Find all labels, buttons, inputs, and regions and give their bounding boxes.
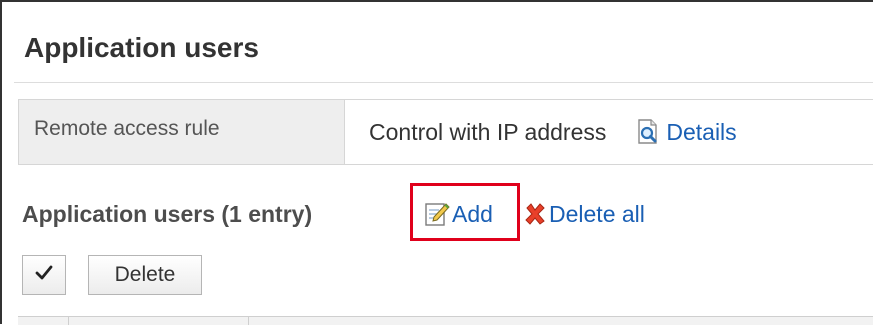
remote-access-label: Remote access rule [19,100,345,164]
magnifier-document-icon [636,119,660,145]
delete-all-link[interactable]: Delete all [523,199,645,229]
delete-button[interactable]: Delete [88,255,202,295]
add-label: Add [452,201,493,227]
remote-access-value: Control with IP address [369,118,607,145]
list-heading: Application users (1 entry) [22,201,313,227]
add-link[interactable]: Add [424,199,493,229]
remote-access-value-cell: Control with IP address Details [345,100,873,164]
delete-all-label: Delete all [549,201,645,227]
remote-access-table: Remote access rule Control with IP addre… [18,99,873,165]
page-title: Application users [24,32,259,63]
details-link[interactable]: Details [636,118,737,146]
details-label: Details [666,118,737,145]
title-divider [14,82,873,83]
red-x-icon [523,202,547,226]
select-all-button[interactable] [22,255,66,295]
edit-note-icon [424,201,450,227]
checkmark-icon [35,265,53,286]
